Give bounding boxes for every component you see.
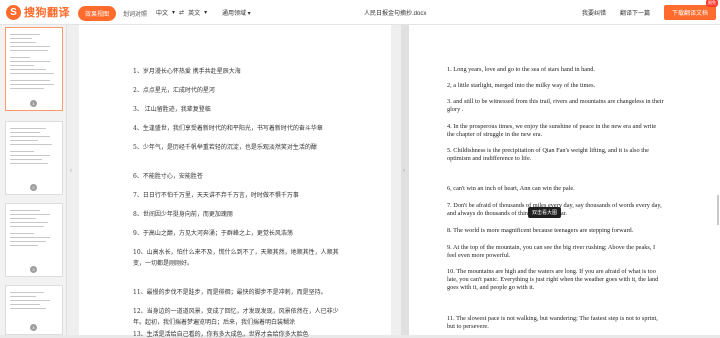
logo[interactable]: S 搜狗翻译 bbox=[6, 4, 70, 20]
source-line: 8、世间因少年挺身向前，而更加瑰丽 bbox=[133, 211, 233, 218]
source-language[interactable]: 中文 bbox=[156, 8, 168, 17]
translation-line: 4. In the prosperous times, we enjoy the… bbox=[447, 123, 657, 130]
translation-line: feel even more powerful. bbox=[447, 252, 511, 259]
translation-line: goes with it, and people go with it. bbox=[447, 284, 535, 291]
source-line: 1、岁月漫长心怀热爱 携手共赴星辰大海 bbox=[133, 68, 241, 75]
source-line: 5、少年气，是历经千帆举重若轻的沉淀，也是乐观淡然笑对生活的酣 bbox=[133, 144, 317, 151]
domain-selector[interactable]: 通用领域 ▾ bbox=[222, 8, 251, 17]
source-line: 2、点点星光，汇成时代的星河 bbox=[133, 87, 215, 94]
source-line: 10、山高水长，怕什么来不及，慌什么到不了，天顺其然，地顺其性，人顺其 bbox=[133, 249, 339, 256]
translation-line: glory . bbox=[447, 106, 464, 113]
thumbnail-page-number: 3 bbox=[30, 266, 37, 273]
translation-line: 1. Long years, love and go to the sea of… bbox=[447, 66, 595, 73]
source-line: 3、 江山留胜迹，我辈复登临 bbox=[133, 106, 211, 113]
translation-line: 6, can't win an inch of heart, Ann can w… bbox=[447, 185, 575, 192]
feedback-link[interactable]: 我要纠错 bbox=[582, 8, 606, 17]
source-line: 13、生活是活给自己看的，你有多大成色，世界才会给你多大脸色 bbox=[133, 331, 309, 338]
thumbnail-page-number: 1 bbox=[30, 100, 37, 107]
translation-line: 10. The mountains are high and the water… bbox=[447, 268, 656, 275]
top-toolbar: S 搜狗翻译 效果视图 划词对照 中文 ▾ ⇄ 英文 ▾ 通用领域 ▾ 人民日报… bbox=[0, 0, 720, 25]
translation-line: 9. At the top of the mountain, you can s… bbox=[447, 244, 656, 251]
translation-line: 2, a little starlight, merged into the m… bbox=[447, 82, 596, 89]
translation-line: 3. and still to be witnessed from this t… bbox=[447, 98, 664, 105]
source-line: 11、最慢的步伐不是跬步，而是徘徊；最快的脚步不是冲刺，而是坚持。 bbox=[133, 289, 327, 296]
translation-line: 11. The slowest pace is not walking, but… bbox=[447, 315, 658, 322]
translation-page: 1. Long years, love and go to the sea of… bbox=[409, 25, 720, 335]
target-language-caret-icon: ▾ bbox=[204, 10, 208, 16]
download-button[interactable]: 下载翻译文档 限免 bbox=[663, 0, 718, 20]
sogou-logo-icon: S bbox=[6, 4, 21, 20]
source-line: 4、生逢盛世，我们享受着新时代的和平阳光，书写着新时代的奋斗华章 bbox=[133, 125, 323, 132]
thumbnail-page-4[interactable]: 4 bbox=[5, 285, 63, 335]
download-button-label: 下载翻译文档 bbox=[671, 11, 708, 17]
view-large-image-tooltip: 双击看大图 bbox=[528, 207, 562, 218]
source-line: 变，一切都是刚刚好。 bbox=[133, 260, 194, 267]
translate-next-link[interactable]: 翻译下一篇 bbox=[620, 8, 650, 17]
source-line: 年。起初，我们揣着梦遍览明白；后来，我们揣着明白装糊涂 bbox=[133, 319, 296, 326]
thumbnail-page-2[interactable]: 2 bbox=[5, 121, 63, 195]
page-thumbnails: 1 2 3 4 bbox=[0, 25, 67, 335]
target-language[interactable]: 英文 bbox=[188, 8, 200, 17]
source-line: 6、不能胜寸心，安能胜苍 bbox=[133, 173, 203, 180]
source-line: 9、于高山之巅，方见大河奔涌；于群峰之上，更觉长风浩荡 bbox=[133, 230, 293, 237]
thumbnail-page-number: 4 bbox=[30, 324, 37, 331]
source-page: 1、岁月漫长心怀热爱 携手共赴星辰大海 2、点点星光，汇成时代的星河 3、 江山… bbox=[79, 25, 391, 338]
thumbnail-page-number: 2 bbox=[30, 184, 37, 191]
thumbnail-page-1[interactable]: 1 bbox=[5, 27, 63, 111]
pane-divider[interactable] bbox=[401, 25, 409, 335]
toolbar-actions: 我要纠错 翻译下一篇 下载翻译文档 限免 bbox=[582, 0, 718, 20]
translation-line: optimism and indifference to life. bbox=[447, 155, 532, 162]
swap-language-icon[interactable]: ⇄ bbox=[179, 9, 184, 16]
scrollbar-thumb[interactable] bbox=[717, 195, 719, 225]
tab-compare-view[interactable]: 划词对照 bbox=[116, 6, 154, 21]
source-line: 7、日日行不怕千万里，天天讲不弃千万言，时时做不惧千万事 bbox=[133, 192, 299, 199]
translation-line: 8. The world is more magnificent because… bbox=[447, 227, 634, 234]
thumbnail-page-3[interactable]: 3 bbox=[5, 203, 63, 277]
chevron-right-icon[interactable]: › bbox=[403, 168, 405, 174]
free-badge: 限免 bbox=[706, 0, 718, 7]
source-line: 12、当身边的一道道风景，变成了回忆，才发现发现，风景依然在，人已非少 bbox=[133, 308, 339, 315]
source-language-caret-icon: ▾ bbox=[172, 10, 176, 16]
document-title: 人民日报金句摘抄.docx bbox=[364, 11, 427, 17]
view-toggle: 效果视图 划词对照 bbox=[78, 6, 154, 21]
tab-effect-view[interactable]: 效果视图 bbox=[78, 6, 117, 21]
logo-text: 搜狗翻译 bbox=[24, 7, 70, 19]
language-selector[interactable]: 中文 ▾ ⇄ 英文 ▾ bbox=[156, 8, 207, 17]
translation-line: but to persevere. bbox=[447, 323, 489, 330]
translation-line: the chapter of struggle in the new era. bbox=[447, 131, 543, 138]
source-document-pane: 1、岁月漫长心怀热爱 携手共赴星辰大海 2、点点星光，汇成时代的星河 3、 江山… bbox=[67, 25, 401, 338]
chevron-left-icon[interactable]: ‹ bbox=[70, 168, 72, 174]
translation-line: late, you can't panic. Everything is jus… bbox=[447, 276, 659, 283]
translation-line: 5. Childishness is the precipitation of … bbox=[447, 147, 649, 154]
